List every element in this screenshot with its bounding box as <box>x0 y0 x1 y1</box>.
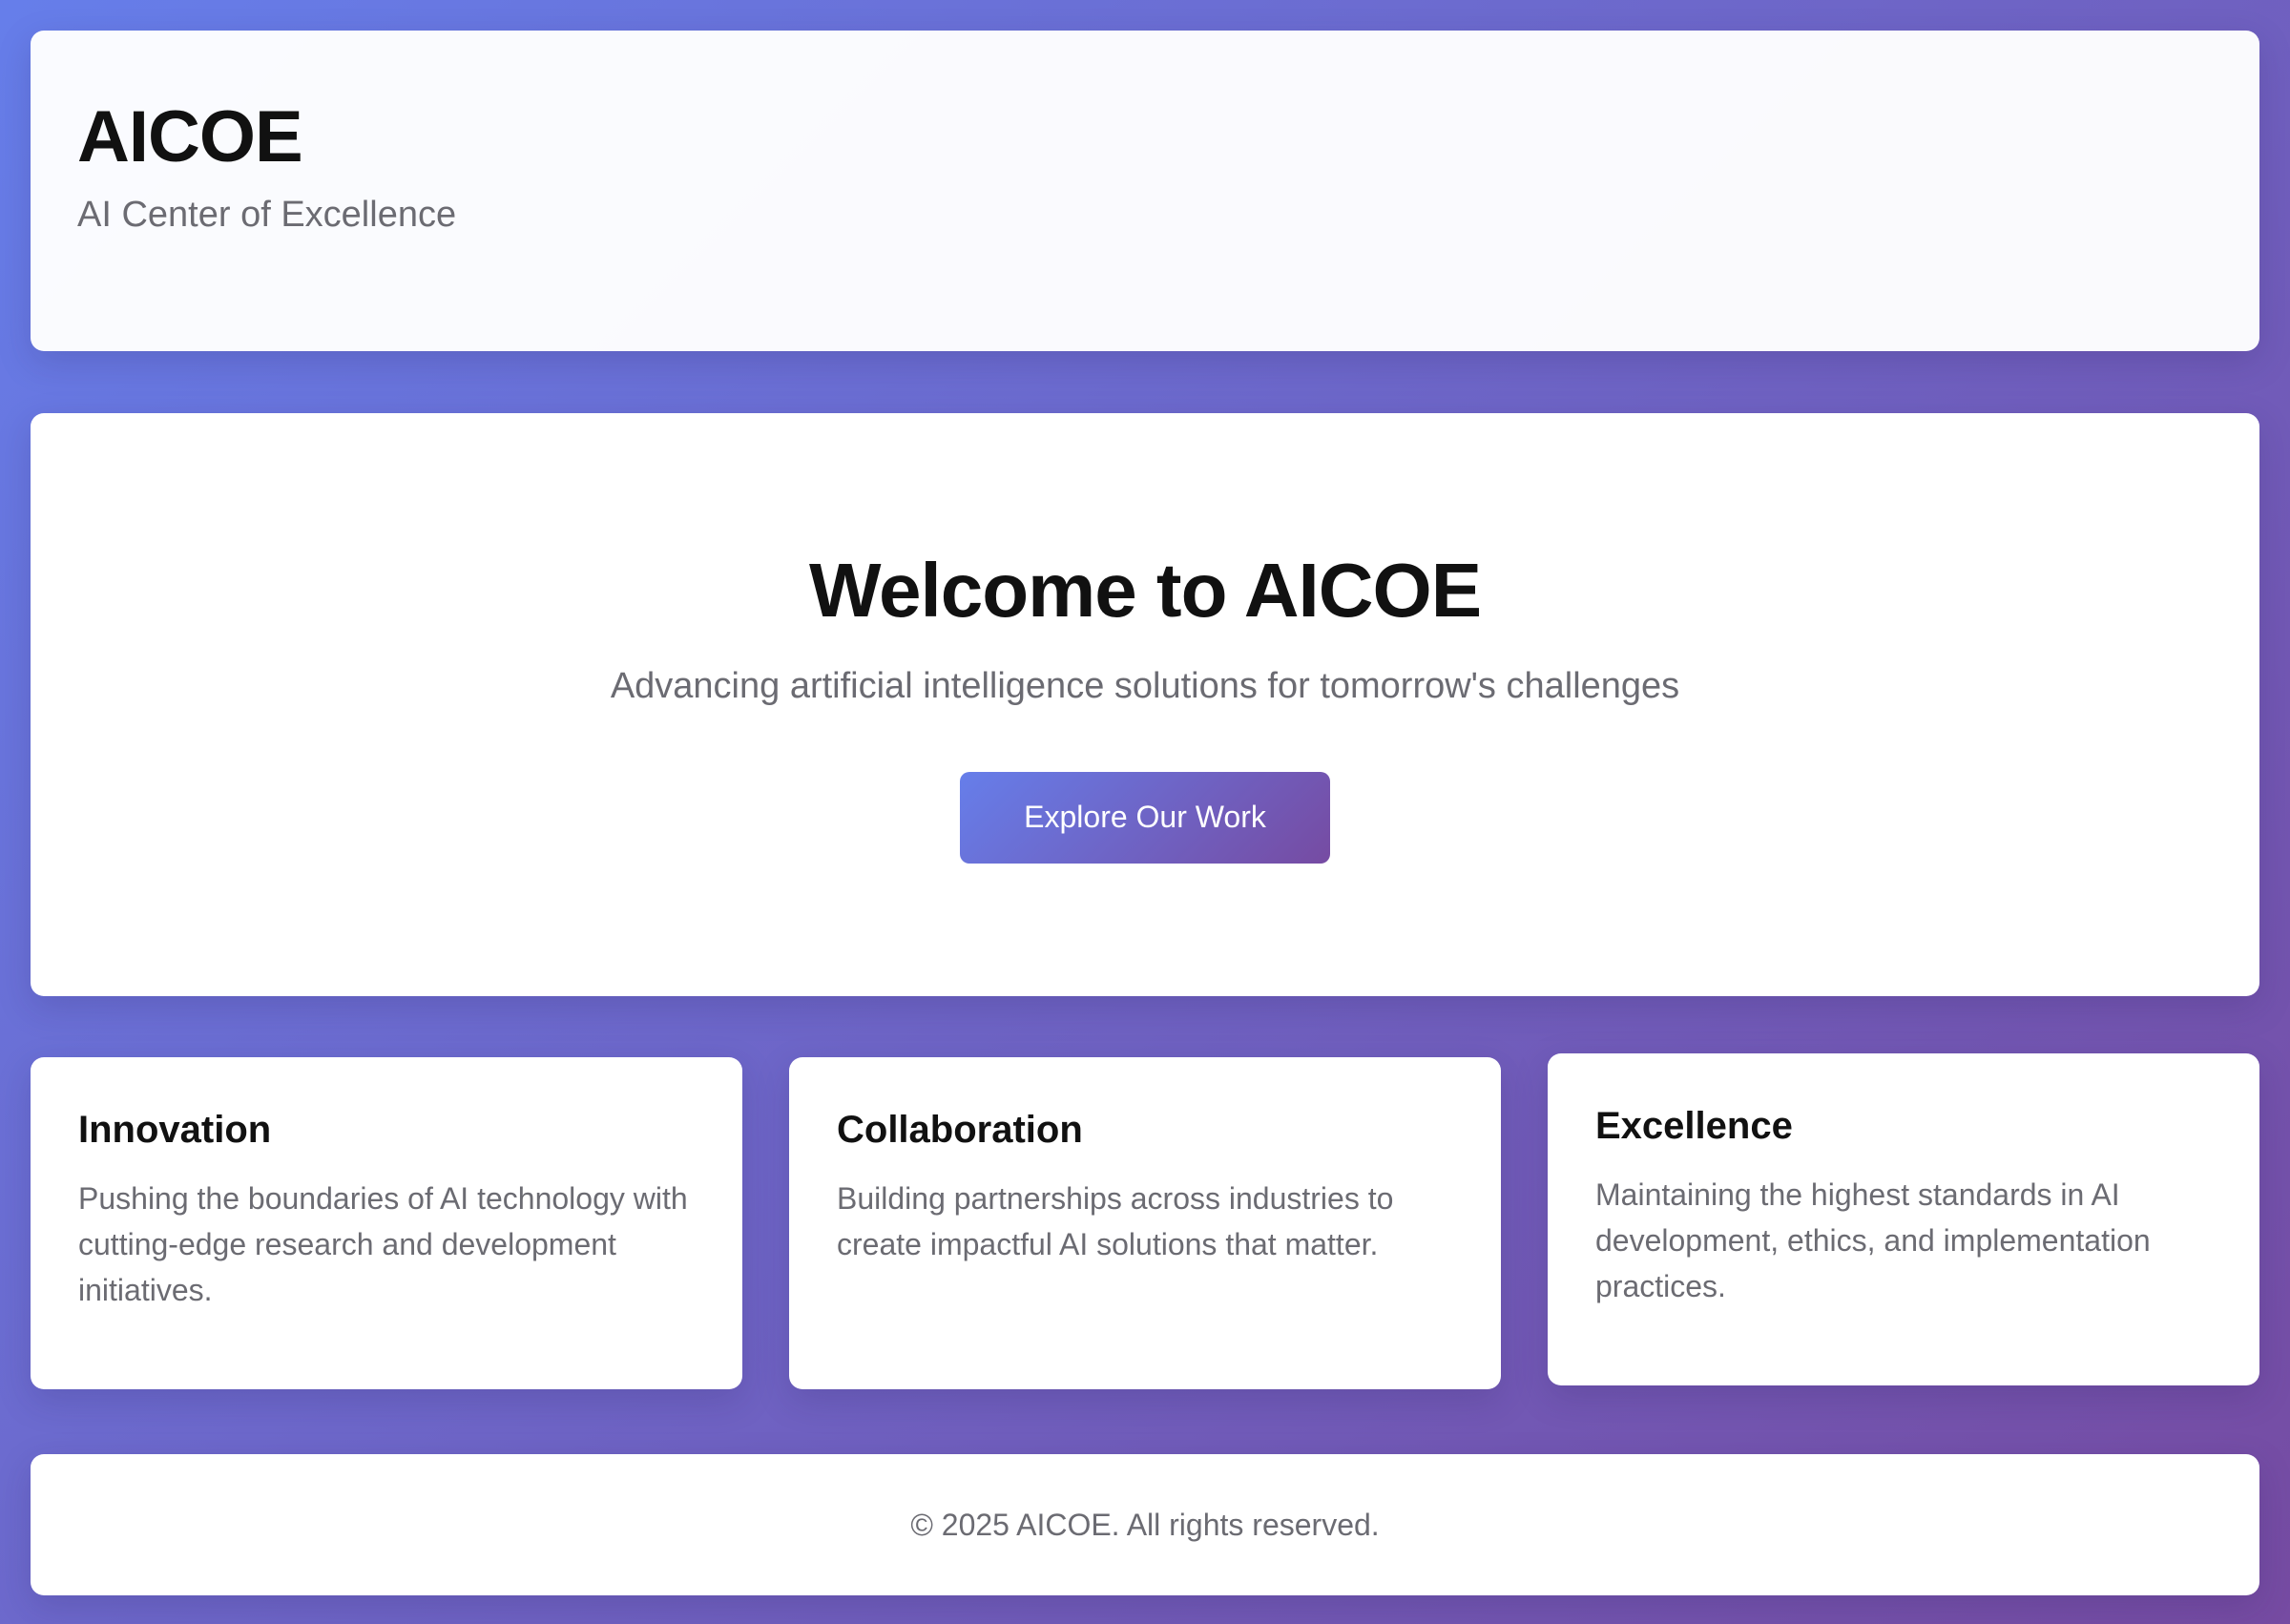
feature-card-collaboration: Collaboration Building partnerships acro… <box>789 1057 1501 1389</box>
feature-description: Building partnerships across industries … <box>837 1181 1394 1261</box>
explore-our-work-button[interactable]: Explore Our Work <box>960 771 1330 864</box>
page: AICOE AI Center of Excellence Welcome to… <box>31 31 2259 1595</box>
feature-description: Pushing the boundaries of AI technology … <box>78 1181 688 1307</box>
hero-title: Welcome to AICOE <box>808 548 1482 633</box>
site-footer: © 2025 AICOE. All rights reserved. <box>31 1454 2259 1595</box>
features-section: Innovation Pushing the boundaries of AI … <box>31 1053 2259 1393</box>
hero-subtitle: Advancing artificial intelligence soluti… <box>610 666 1680 706</box>
feature-card-innovation: Innovation Pushing the boundaries of AI … <box>31 1057 742 1389</box>
site-header: AICOE AI Center of Excellence <box>31 31 2259 351</box>
feature-card-excellence: Excellence Maintaining the highest stand… <box>1548 1053 2259 1385</box>
brand-subtitle: AI Center of Excellence <box>77 195 457 236</box>
feature-title: Excellence <box>1595 1105 1793 1147</box>
feature-title: Innovation <box>78 1109 272 1151</box>
brand-title: AICOE <box>77 96 303 177</box>
feature-description: Maintaining the highest standards in AI … <box>1595 1177 2151 1303</box>
copyright-text: © 2025 AICOE. All rights reserved. <box>910 1507 1380 1542</box>
feature-title: Collaboration <box>837 1109 1083 1151</box>
hero-section: Welcome to AICOE Advancing artificial in… <box>31 413 2259 996</box>
